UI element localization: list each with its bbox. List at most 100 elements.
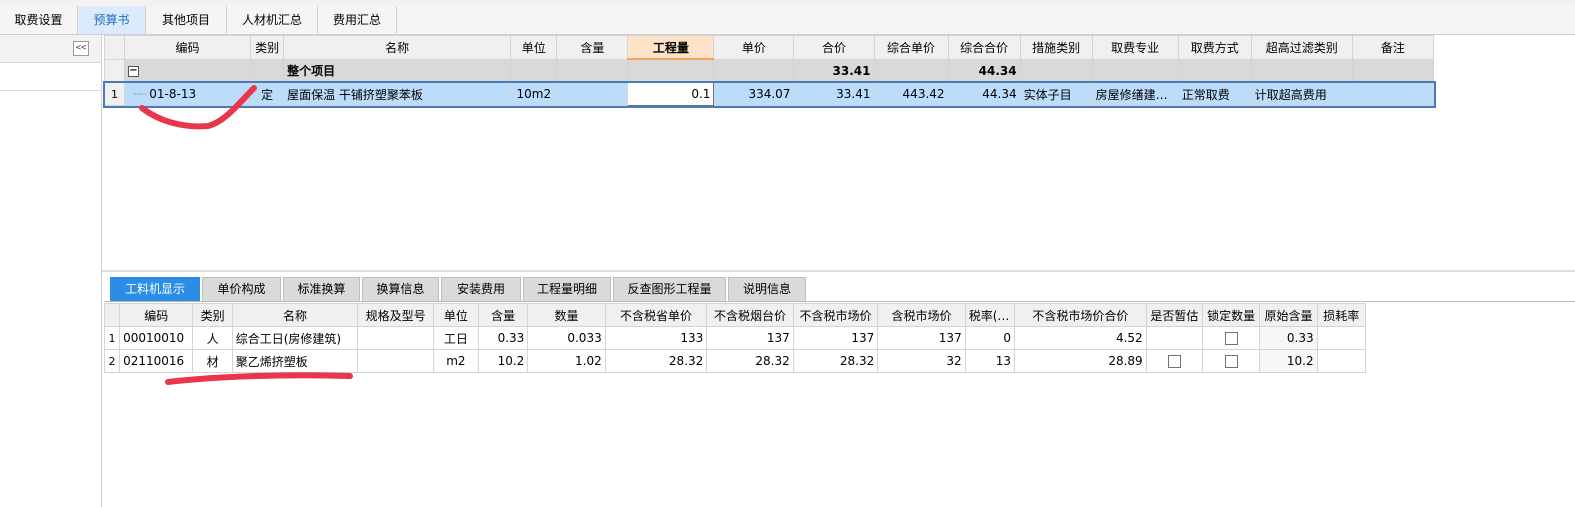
col-header-type[interactable]: 类别 xyxy=(250,35,285,60)
table-row[interactable]: 1 00010010 人 综合工日(房修建筑) 工日 0.33 0.033 13… xyxy=(103,326,1367,350)
res-locked-cell[interactable] xyxy=(1201,349,1261,373)
item-composite-price[interactable]: 443.42 xyxy=(873,82,949,106)
panel-splitter[interactable] xyxy=(102,270,1575,272)
col-header-content[interactable]: 含量 xyxy=(556,35,629,60)
col-header-composite-total[interactable]: 综合合价 xyxy=(947,35,1021,60)
col-header-overheight[interactable]: 超高过滤类别 xyxy=(1250,35,1353,60)
lock-quantity-checkbox[interactable] xyxy=(1224,355,1238,368)
col-header-composite-price[interactable]: 综合单价 xyxy=(873,35,949,60)
item-quantity-input[interactable]: 0.1 xyxy=(627,82,715,106)
tab-other-items[interactable]: 其他项目 xyxy=(146,6,227,34)
res-yantai-price[interactable]: 137 xyxy=(706,326,794,350)
res-provisional-cell[interactable] xyxy=(1145,349,1204,373)
res-loss-rate[interactable] xyxy=(1316,349,1367,373)
item-composite-total[interactable]: 44.34 xyxy=(947,82,1021,106)
item-fee-method[interactable]: 正常取费 xyxy=(1177,82,1252,106)
res-prov-price[interactable]: 133 xyxy=(604,326,708,350)
col-header-code[interactable]: 编码 xyxy=(123,35,252,60)
item-fee-major[interactable]: 房屋修缮建… xyxy=(1091,82,1179,106)
res-quantity[interactable]: 1.02 xyxy=(527,349,606,373)
res-col-loss-rate[interactable]: 损耗率 xyxy=(1316,303,1367,327)
res-unit[interactable]: m2 xyxy=(432,349,480,373)
item-total[interactable]: 33.41 xyxy=(793,82,875,106)
item-overheight[interactable]: 计取超高费用 xyxy=(1250,82,1353,106)
lock-quantity-checkbox[interactable] xyxy=(1224,332,1238,345)
item-unit[interactable]: 10m2 xyxy=(510,82,558,106)
col-header-fee-method[interactable]: 取费方式 xyxy=(1177,35,1252,60)
res-market-price[interactable]: 137 xyxy=(792,326,879,350)
res-market-total[interactable]: 28.89 xyxy=(1013,349,1147,373)
item-content[interactable] xyxy=(556,82,629,106)
res-code[interactable]: 00010010 xyxy=(119,326,194,350)
res-col-provisional[interactable]: 是否暂估 xyxy=(1145,303,1204,327)
res-yantai-price[interactable]: 28.32 xyxy=(706,349,794,373)
tab-labor-material-machine[interactable]: 工料机显示 xyxy=(110,277,200,301)
res-quantity[interactable]: 0.033 xyxy=(527,326,606,350)
collapse-tree-icon[interactable]: − xyxy=(128,65,139,77)
res-type[interactable]: 材 xyxy=(192,349,233,373)
res-col-name[interactable]: 名称 xyxy=(231,303,359,327)
res-col-unit[interactable]: 单位 xyxy=(432,303,480,327)
item-code[interactable]: ┈┈ 01-8-13 xyxy=(123,82,252,106)
res-col-spec[interactable]: 规格及型号 xyxy=(357,303,434,327)
item-name[interactable]: 屋面保温 干铺挤塑聚苯板 xyxy=(283,82,512,106)
item-measure-type[interactable]: 实体子目 xyxy=(1019,82,1093,106)
item-unit-price[interactable]: 334.07 xyxy=(713,82,795,106)
table-row[interactable]: 1 ┈┈ 01-8-13 定 屋面保温 干铺挤塑聚苯板 10m2 0.1 334… xyxy=(102,80,1436,108)
res-col-content[interactable]: 含量 xyxy=(478,303,529,327)
tab-budget-book[interactable]: 预算书 xyxy=(78,6,146,34)
res-type[interactable]: 人 xyxy=(192,326,233,350)
res-col-tax-market-price[interactable]: 含税市场价 xyxy=(877,303,966,327)
res-tax-market-price[interactable]: 137 xyxy=(877,326,966,350)
res-col-yantai-price[interactable]: 不含税烟台价 xyxy=(706,303,794,327)
tab-description[interactable]: 说明信息 xyxy=(728,277,806,301)
res-name[interactable]: 综合工日(房修建筑) xyxy=(231,326,359,350)
res-content[interactable]: 10.2 xyxy=(478,349,529,373)
col-header-measure-type[interactable]: 措施类别 xyxy=(1019,35,1093,60)
res-provisional[interactable] xyxy=(1145,326,1204,350)
collapse-sidebar-button[interactable]: << xyxy=(73,41,89,56)
tab-conversion-info[interactable]: 换算信息 xyxy=(362,277,439,301)
tab-labor-material-summary[interactable]: 人材机汇总 xyxy=(227,6,318,34)
res-col-market-total[interactable]: 不含税市场价合价 xyxy=(1013,303,1147,327)
res-spec[interactable] xyxy=(357,349,434,373)
col-header-unit[interactable]: 单位 xyxy=(510,35,558,60)
tab-quantity-detail[interactable]: 工程量明细 xyxy=(523,277,611,301)
col-header-total[interactable]: 合价 xyxy=(793,35,875,60)
item-note[interactable] xyxy=(1351,82,1435,106)
res-col-quantity[interactable]: 数量 xyxy=(527,303,606,327)
res-content[interactable]: 0.33 xyxy=(478,326,529,350)
col-header-quantity[interactable]: 工程量 xyxy=(627,35,715,60)
res-col-tax-rate[interactable]: 税率(%) xyxy=(964,303,1015,327)
res-code[interactable]: 02110016 xyxy=(119,349,194,373)
res-tax-rate[interactable]: 0 xyxy=(964,326,1015,350)
res-prov-price[interactable]: 28.32 xyxy=(604,349,708,373)
col-header-fee-major[interactable]: 取费专业 xyxy=(1091,35,1179,60)
res-tax-market-price[interactable]: 32 xyxy=(877,349,966,373)
provisional-checkbox[interactable] xyxy=(1167,355,1181,368)
group-expand-cell[interactable]: − xyxy=(123,58,252,83)
tab-fee-settings[interactable]: 取费设置 xyxy=(0,6,78,34)
res-spec[interactable] xyxy=(357,326,434,350)
res-col-code[interactable]: 编码 xyxy=(119,303,194,327)
res-unit[interactable]: 工日 xyxy=(432,326,480,350)
res-name[interactable]: 聚乙烯挤塑板 xyxy=(231,349,359,373)
res-col-type[interactable]: 类别 xyxy=(192,303,233,327)
tab-reverse-graphic-quantity[interactable]: 反查图形工程量 xyxy=(613,277,726,301)
res-tax-rate[interactable]: 13 xyxy=(964,349,1015,373)
res-market-price[interactable]: 28.32 xyxy=(792,349,879,373)
col-header-name[interactable]: 名称 xyxy=(283,35,512,60)
res-col-prov-price[interactable]: 不含税省单价 xyxy=(604,303,708,327)
tab-cost-summary[interactable]: 费用汇总 xyxy=(318,6,397,34)
res-market-total[interactable]: 4.52 xyxy=(1013,326,1147,350)
tab-price-composition[interactable]: 单价构成 xyxy=(202,277,281,301)
item-type[interactable]: 定 xyxy=(250,82,285,106)
col-header-unit-price[interactable]: 单价 xyxy=(713,35,795,60)
col-header-note[interactable]: 备注 xyxy=(1351,35,1435,60)
res-col-market-price[interactable]: 不含税市场价 xyxy=(792,303,879,327)
table-row[interactable]: 2 02110016 材 聚乙烯挤塑板 m2 10.2 1.02 28.32 2… xyxy=(103,349,1367,373)
res-col-orig-content[interactable]: 原始含量 xyxy=(1259,303,1318,327)
res-locked-cell[interactable] xyxy=(1201,326,1261,350)
res-loss-rate[interactable] xyxy=(1316,326,1367,350)
tab-installation-fee[interactable]: 安装费用 xyxy=(441,277,521,301)
